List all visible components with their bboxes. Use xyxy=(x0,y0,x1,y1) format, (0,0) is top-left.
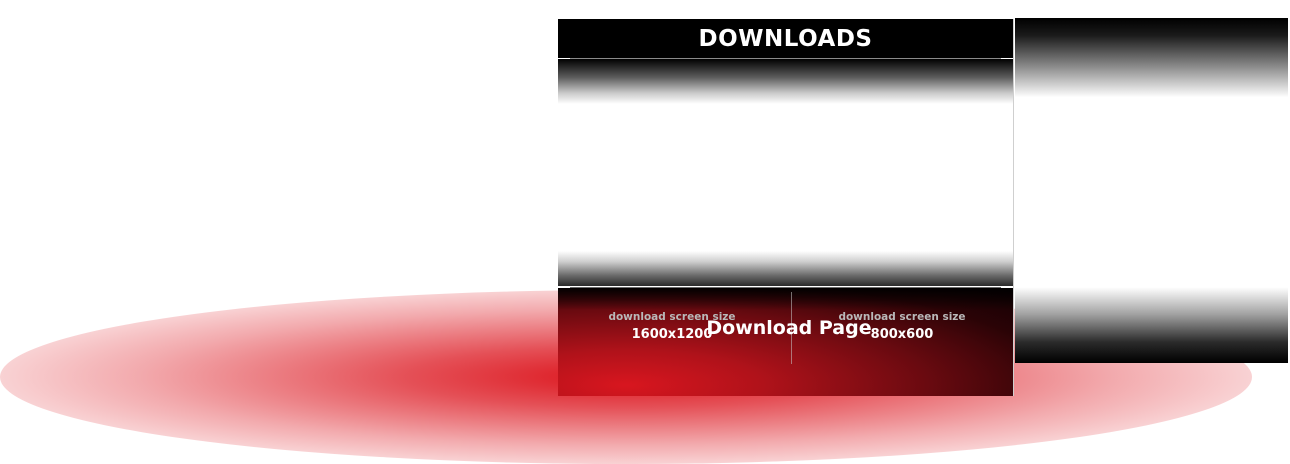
side-preview-panel xyxy=(1015,18,1288,363)
preview-bottom-fade xyxy=(558,251,1013,286)
page: DOWNLOADS download screen size 1600x1200… xyxy=(0,0,1290,464)
footer-top-fade xyxy=(558,288,1013,310)
panel-header: DOWNLOADS xyxy=(558,19,1013,58)
panel-title: DOWNLOADS xyxy=(698,26,873,52)
downloads-panel: DOWNLOADS download screen size 1600x1200… xyxy=(558,19,1014,396)
download-footer: download screen size 1600x1200 download … xyxy=(558,288,1013,396)
preview-top-fade xyxy=(558,59,1013,104)
download-page-link[interactable]: Download Page xyxy=(558,316,1020,340)
